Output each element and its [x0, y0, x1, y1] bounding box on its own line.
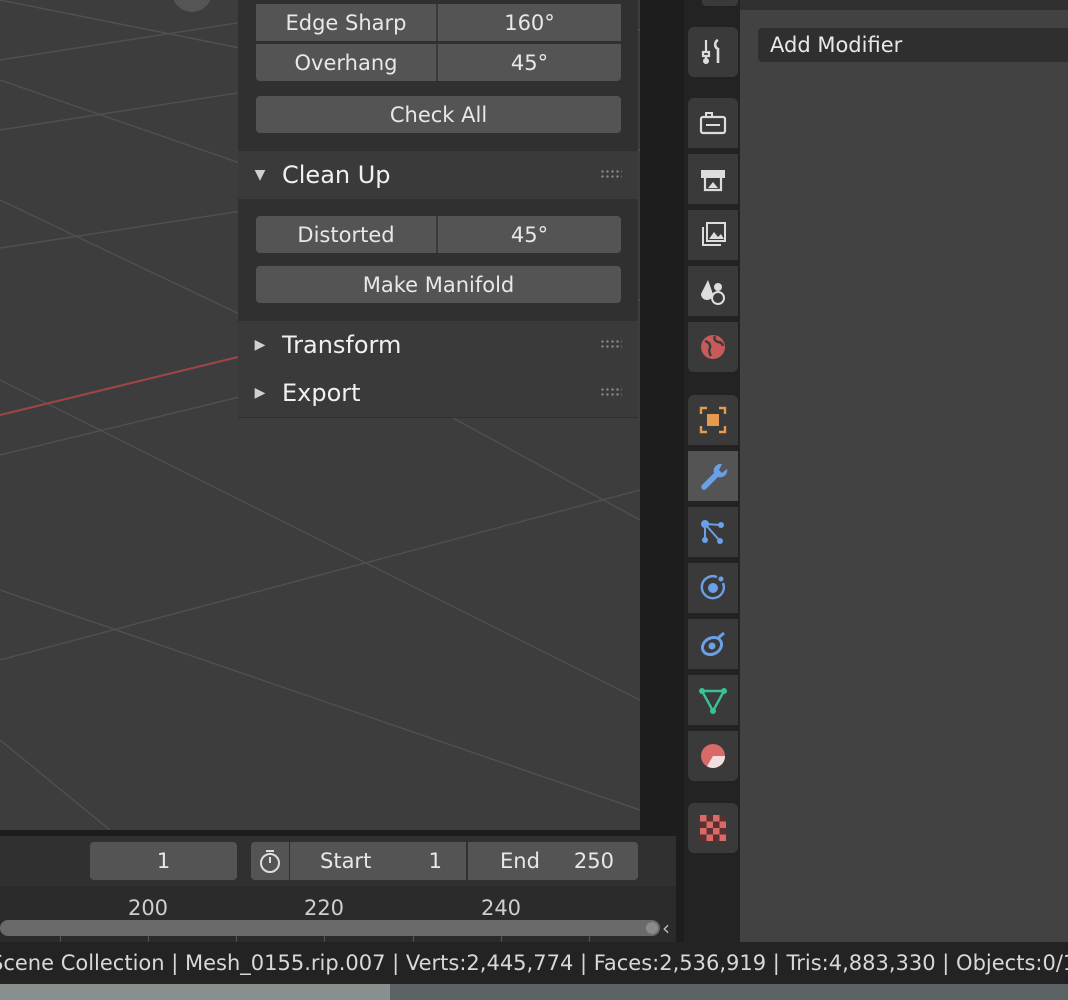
mesh-data-icon: [699, 688, 727, 714]
edge-sharp-value[interactable]: 160°: [438, 4, 621, 41]
sidebar-n-panel: Edge Sharp 160° Overhang 45° Check All ▼…: [238, 0, 638, 418]
check-all-button[interactable]: Check All: [256, 96, 621, 133]
drag-grip-icon[interactable]: [600, 387, 622, 397]
start-label: Start: [320, 849, 372, 873]
collapsed-triangle-icon: ▶: [254, 337, 266, 353]
stopwatch-icon[interactable]: [251, 842, 289, 880]
scene-tab[interactable]: [688, 266, 738, 316]
timeline-scrollbar[interactable]: [0, 920, 660, 936]
world-tab[interactable]: [688, 322, 738, 372]
end-frame-field[interactable]: End 250: [468, 842, 638, 880]
data-tab[interactable]: [688, 675, 738, 725]
overhang-field[interactable]: Overhang 45°: [256, 44, 621, 81]
constraints-tab[interactable]: [688, 619, 738, 669]
material-sphere-icon: [701, 744, 725, 769]
render-tab[interactable]: [688, 98, 738, 148]
render-camera-icon: [699, 112, 727, 135]
properties-editor: Add Modifier: [740, 0, 1068, 942]
physics-tab[interactable]: [688, 563, 738, 613]
drag-grip-icon[interactable]: [600, 339, 622, 349]
properties-tab-bar: [684, 0, 740, 942]
object-tab[interactable]: [688, 395, 738, 445]
export-panel-header[interactable]: ▶ Export: [238, 369, 638, 417]
particles-icon: [701, 520, 724, 544]
start-frame-field[interactable]: Start 1: [290, 842, 466, 880]
transform-panel-header[interactable]: ▶ Transform: [238, 321, 638, 369]
constraint-icon: [700, 631, 725, 657]
end-value: 250: [573, 849, 614, 873]
3d-viewport[interactable]: Edge Sharp 160° Overhang 45° Check All ▼…: [0, 0, 640, 830]
checkerboard-texture-icon: [700, 815, 726, 841]
clean-up-panel-header[interactable]: ▼ Clean Up: [238, 151, 638, 199]
output-tab[interactable]: [688, 154, 738, 204]
particles-tab[interactable]: [688, 507, 738, 557]
add-modifier-dropdown[interactable]: Add Modifier: [758, 28, 1068, 62]
collapsed-triangle-icon: ▶: [254, 385, 266, 401]
transform-title: Transform: [282, 331, 402, 359]
distorted-label: Distorted: [256, 216, 438, 253]
object-square-icon: [699, 406, 727, 434]
texture-tab[interactable]: [688, 803, 738, 853]
distorted-value[interactable]: 45°: [438, 216, 621, 253]
physics-orbit-icon: [700, 575, 725, 600]
desktop-strip: [0, 984, 1068, 1000]
frame-tick-label: 200: [127, 896, 169, 920]
view-layer-tab[interactable]: [688, 210, 738, 260]
end-label: End: [500, 849, 540, 873]
start-value: 1: [428, 849, 442, 873]
printer-icon: [701, 170, 725, 192]
frame-tick-label: 220: [303, 896, 345, 920]
tool-tab[interactable]: [688, 27, 738, 77]
edge-sharp-label: Edge Sharp: [256, 4, 438, 41]
image-layers-icon: [702, 222, 726, 246]
frame-tick-label: 240: [480, 896, 522, 920]
drag-grip-icon[interactable]: [600, 169, 622, 179]
timeline-header: 1 Start 1 End 250: [0, 836, 676, 886]
expanded-triangle-icon: ▼: [254, 167, 266, 183]
status-bar: Scene Collection | Mesh_0155.rip.007 | V…: [0, 942, 1068, 984]
modifiers-tab[interactable]: [688, 451, 738, 501]
material-tab[interactable]: [688, 731, 738, 781]
scene-icon: [701, 280, 725, 305]
chevron-left-icon[interactable]: ‹: [662, 916, 670, 940]
current-frame-field[interactable]: 1: [90, 842, 237, 880]
overhang-label: Overhang: [256, 44, 438, 81]
scrollbar-handle[interactable]: [646, 922, 658, 934]
world-globe-icon: [701, 335, 725, 359]
tool-icon: [701, 38, 720, 64]
status-bar-text: Scene Collection | Mesh_0155.rip.007 | V…: [0, 951, 1068, 975]
distorted-field[interactable]: Distorted 45°: [256, 216, 621, 253]
export-title: Export: [282, 379, 361, 407]
make-manifold-button[interactable]: Make Manifold: [256, 266, 621, 303]
clean-up-title: Clean Up: [282, 161, 391, 189]
edge-sharp-field[interactable]: Edge Sharp 160°: [256, 4, 621, 41]
overhang-value[interactable]: 45°: [438, 44, 621, 81]
wrench-icon: [701, 463, 728, 490]
